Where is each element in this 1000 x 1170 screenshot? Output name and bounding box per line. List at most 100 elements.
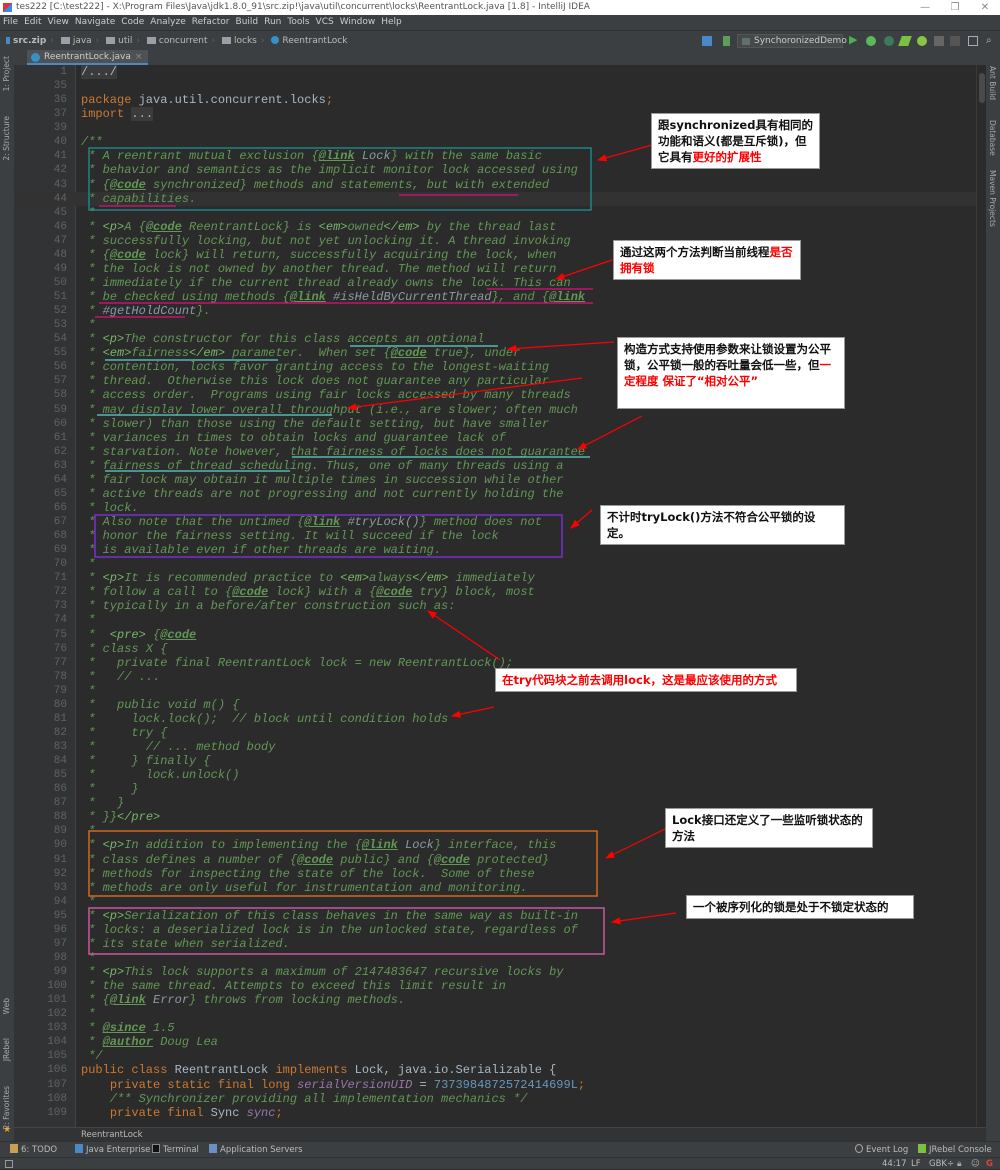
lock-icon[interactable]: 🔒︎: [957, 1158, 962, 1170]
line-separator[interactable]: LF: [911, 1158, 921, 1170]
code-line[interactable]: 81 * lock.lock(); // block until conditi…: [14, 712, 976, 726]
event-log-tool-button[interactable]: Event Log: [855, 1142, 908, 1158]
menu-file[interactable]: File: [0, 15, 21, 30]
code-line[interactable]: 91 * class defines a number of {@code pu…: [14, 853, 976, 867]
code-line[interactable]: 99 * <p>This lock supports a maximum of …: [14, 965, 976, 979]
jrebel-debug-icon[interactable]: [917, 36, 927, 46]
code-line[interactable]: 71 * <p>It is recommended practice to <e…: [14, 571, 976, 585]
code-line[interactable]: 45 *: [14, 206, 976, 220]
code-line[interactable]: 106 public class ReentrantLock implements…: [14, 1063, 976, 1077]
code-line[interactable]: 83 * // ... method body: [14, 740, 976, 754]
project-tool-tab[interactable]: 1: Project: [2, 56, 11, 91]
code-line[interactable]: 102 *: [14, 1007, 976, 1021]
menu-run[interactable]: Run: [261, 15, 284, 30]
code-line[interactable]: 98 *: [14, 951, 976, 965]
breadcrumb-locks[interactable]: locks ›: [222, 31, 264, 51]
application-servers-tool-button[interactable]: Application Servers: [209, 1142, 303, 1158]
breadcrumb-reentrantlock[interactable]: ReentrantLock: [271, 31, 347, 51]
terminal-tool-button[interactable]: Terminal: [152, 1142, 199, 1158]
web-tool-tab[interactable]: Web: [2, 998, 11, 1014]
code-line[interactable]: 53 *: [14, 318, 976, 332]
todo-tool-button[interactable]: 6: TODO: [10, 1142, 57, 1158]
code-line[interactable]: 82 * try {: [14, 726, 976, 740]
menu-code[interactable]: Code: [118, 15, 147, 30]
menu-window[interactable]: Window: [337, 15, 379, 30]
code-line[interactable]: 100 * the same thread. Attempts to excee…: [14, 979, 976, 993]
code-line[interactable]: 93 * methods are only useful for instrum…: [14, 881, 976, 895]
code-line[interactable]: 51 * be checked using methods {@link #is…: [14, 290, 976, 304]
code-line[interactable]: 35: [14, 79, 976, 93]
code-line[interactable]: 61 * variances in times to obtain locks …: [14, 431, 976, 445]
code-line[interactable]: 104 * @author Doug Lea: [14, 1035, 976, 1049]
editor-scrollbar[interactable]: [976, 65, 986, 1127]
code-line[interactable]: 103 * @since 1.5: [14, 1021, 976, 1035]
code-line[interactable]: 39: [14, 121, 976, 135]
build-project-icon[interactable]: [723, 36, 730, 46]
code-line[interactable]: 76 * class X {: [14, 642, 976, 656]
run-icon[interactable]: ▶: [849, 34, 859, 45]
code-line[interactable]: 43 * {@code synchronized} methods and st…: [14, 178, 976, 192]
code-line[interactable]: 80 * public void m() {: [14, 698, 976, 712]
code-line[interactable]: 69 * is available even if other threads …: [14, 543, 976, 557]
code-line[interactable]: 48 * {@code lock} will return, successfu…: [14, 248, 976, 262]
coverage-icon[interactable]: [884, 36, 894, 46]
run-configuration-select[interactable]: SynchoronizedDemo▾: [737, 34, 847, 58]
profile-icon[interactable]: [934, 36, 944, 46]
code-line[interactable]: 108 /** Synchronizer providing all imple…: [14, 1092, 976, 1106]
debug-icon[interactable]: [866, 36, 876, 46]
menu-view[interactable]: View: [45, 15, 72, 30]
code-line[interactable]: 109 private final Sync sync;: [14, 1106, 976, 1120]
code-line[interactable]: 40 /**: [14, 135, 976, 149]
code-line[interactable]: 107 private static final long serialVers…: [14, 1078, 976, 1092]
caret-position[interactable]: 44:17: [882, 1158, 907, 1170]
translate-icon[interactable]: [702, 36, 712, 46]
code-line[interactable]: 47 * successfully locking, but not yet u…: [14, 234, 976, 248]
database-tool-tab[interactable]: Database: [988, 120, 997, 156]
code-line[interactable]: 50 * immediately if the current thread a…: [14, 276, 976, 290]
code-line[interactable]: 49 * the lock is not owned by another th…: [14, 262, 976, 276]
code-line[interactable]: 72 * follow a call to {@code lock} with …: [14, 585, 976, 599]
code-line[interactable]: 96 * locks: a deserialized lock is in th…: [14, 923, 976, 937]
inspector-icon[interactable]: ☺: [971, 1158, 980, 1170]
menu-analyze[interactable]: Analyze: [147, 15, 188, 30]
code-line[interactable]: 105 */: [14, 1049, 976, 1063]
code-line[interactable]: 101 * {@link Error} throws from locking …: [14, 993, 976, 1007]
maven-projects-tool-tab[interactable]: Maven Projects: [988, 170, 997, 227]
code-line[interactable]: 92 * methods for inspecting the state of…: [14, 867, 976, 881]
code-line[interactable]: 74 *: [14, 613, 976, 627]
search-icon[interactable]: ⌕: [986, 31, 996, 46]
code-line[interactable]: 44 * capabilities.: [14, 191, 976, 206]
maximize-button[interactable]: ❐: [940, 0, 970, 15]
code-line[interactable]: 84 * } finally {: [14, 754, 976, 768]
code-line[interactable]: 65 * active threads are not progressing …: [14, 487, 976, 501]
tab-reentrantlock-java[interactable]: ReentrantLock.java ×: [27, 50, 149, 65]
scrollbar-thumb[interactable]: [979, 73, 985, 103]
breadcrumb-util[interactable]: util ›: [106, 31, 140, 51]
code-line[interactable]: 85 * lock.unlock(): [14, 768, 976, 782]
java-enterprise-tool-button[interactable]: Java Enterprise: [75, 1142, 150, 1158]
close-window-button[interactable]: ✕: [970, 0, 1000, 15]
minimize-button[interactable]: —: [910, 0, 940, 15]
code-line[interactable]: 73 * typically in a before/after constru…: [14, 599, 976, 613]
favorites-tool-tab[interactable]: 2: Favorites: [2, 1086, 11, 1130]
jrebel-run-icon[interactable]: [898, 36, 912, 46]
menu-vcs[interactable]: VCS: [313, 15, 337, 30]
code-line[interactable]: 36 package java.util.concurrent.locks;: [14, 93, 976, 107]
code-line[interactable]: 46 * <p>A {@code ReentrantLock} is <em>o…: [14, 220, 976, 234]
code-line[interactable]: 63 * fairness of thread scheduling. Thus…: [14, 459, 976, 473]
code-line[interactable]: 52 * #getHoldCount}.: [14, 304, 976, 318]
code-line[interactable]: 37 import ...: [14, 107, 976, 122]
jrebel-tool-tab[interactable]: JRebel: [2, 1038, 11, 1061]
code-line[interactable]: 75 * <pre> {@code: [14, 628, 976, 642]
close-tab-icon[interactable]: ×: [135, 52, 143, 62]
menu-help[interactable]: Help: [378, 15, 405, 30]
ant-build-tool-tab[interactable]: Ant Build: [988, 66, 997, 100]
breadcrumb-class[interactable]: ReentrantLock: [81, 1130, 143, 1140]
code-line[interactable]: 60 * slower) than those using the defaul…: [14, 417, 976, 431]
code-editor[interactable]: 1 /.../ 35 36 package java.util.concurrent.l…: [14, 65, 976, 1127]
stop-icon[interactable]: [950, 36, 960, 46]
tool-windows-toggle-icon[interactable]: [5, 1160, 13, 1168]
breadcrumb-src-zip[interactable]: src.zip ›: [6, 31, 54, 51]
project-structure-icon[interactable]: [968, 36, 978, 46]
breadcrumb-concurrent[interactable]: concurrent ›: [146, 31, 215, 51]
